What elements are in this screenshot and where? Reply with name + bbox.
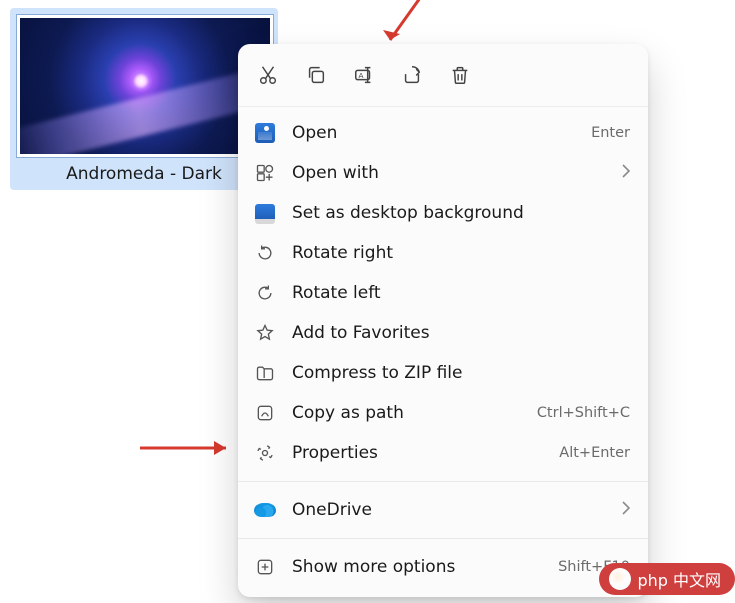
menu-rotate-left-label: Rotate left bbox=[292, 283, 630, 303]
rotate-right-icon bbox=[254, 242, 276, 264]
menu-open-shortcut: Enter bbox=[591, 125, 630, 141]
rotate-left-icon bbox=[254, 282, 276, 304]
annotation-arrow-left bbox=[138, 432, 242, 468]
menu-onedrive-label: OneDrive bbox=[292, 500, 606, 520]
menu-rotate-right[interactable]: Rotate right bbox=[238, 233, 648, 273]
menu-set-desktop[interactable]: Set as desktop background bbox=[238, 193, 648, 233]
onedrive-icon bbox=[254, 499, 276, 521]
menu-rotate-left[interactable]: Rotate left bbox=[238, 273, 648, 313]
menu-open-with-label: Open with bbox=[292, 163, 606, 183]
file-thumbnail-frame bbox=[16, 14, 274, 158]
menu-open[interactable]: Open Enter bbox=[238, 113, 648, 153]
cut-button[interactable] bbox=[248, 56, 288, 94]
menu-copy-as-path-label: Copy as path bbox=[292, 403, 521, 423]
file-thumbnail bbox=[20, 18, 270, 154]
show-more-icon bbox=[254, 556, 276, 578]
menu-copy-as-path-shortcut: Ctrl+Shift+C bbox=[537, 405, 630, 421]
share-icon bbox=[401, 64, 423, 86]
menu-onedrive[interactable]: OneDrive bbox=[238, 490, 648, 530]
menu-properties-label: Properties bbox=[292, 443, 543, 463]
menu-compress-zip-label: Compress to ZIP file bbox=[292, 363, 630, 383]
menu-separator bbox=[238, 538, 648, 539]
watermark-logo-icon bbox=[609, 568, 631, 590]
menu-open-with[interactable]: Open with bbox=[238, 153, 648, 193]
share-button[interactable] bbox=[392, 56, 432, 94]
chevron-right-icon bbox=[622, 164, 630, 182]
menu-copy-as-path[interactable]: Copy as path Ctrl+Shift+C bbox=[238, 393, 648, 433]
desktop-background-icon bbox=[254, 202, 276, 224]
menu-open-label: Open bbox=[292, 123, 575, 143]
watermark: php 中文网 bbox=[599, 563, 735, 595]
rename-button[interactable]: A bbox=[344, 56, 384, 94]
chevron-right-icon bbox=[622, 501, 630, 519]
menu-properties-shortcut: Alt+Enter bbox=[559, 445, 630, 461]
context-menu: A Open Enter bbox=[238, 44, 648, 597]
star-icon bbox=[254, 322, 276, 344]
menu-show-more-label: Show more options bbox=[292, 557, 542, 577]
svg-text:A: A bbox=[359, 71, 364, 80]
menu-separator bbox=[238, 481, 648, 482]
cut-icon bbox=[257, 64, 279, 86]
menu-show-more-options[interactable]: Show more options Shift+F10 bbox=[238, 547, 648, 587]
copy-button[interactable] bbox=[296, 56, 336, 94]
menu-add-favorites[interactable]: Add to Favorites bbox=[238, 313, 648, 353]
context-menu-toolbar: A bbox=[238, 44, 648, 107]
delete-button[interactable] bbox=[440, 56, 480, 94]
open-icon bbox=[254, 122, 276, 144]
menu-properties[interactable]: Properties Alt+Enter bbox=[238, 433, 648, 473]
zip-icon bbox=[254, 362, 276, 384]
delete-icon bbox=[449, 64, 471, 86]
properties-icon bbox=[254, 442, 276, 464]
watermark-text: php 中文网 bbox=[637, 567, 721, 591]
menu-set-desktop-label: Set as desktop background bbox=[292, 203, 630, 223]
menu-compress-zip[interactable]: Compress to ZIP file bbox=[238, 353, 648, 393]
copy-icon bbox=[305, 64, 327, 86]
file-label: Andromeda - Dark bbox=[16, 164, 272, 184]
copy-path-icon bbox=[254, 402, 276, 424]
rename-icon: A bbox=[353, 64, 375, 86]
open-with-icon bbox=[254, 162, 276, 184]
menu-add-favorites-label: Add to Favorites bbox=[292, 323, 630, 343]
menu-rotate-right-label: Rotate right bbox=[292, 243, 630, 263]
